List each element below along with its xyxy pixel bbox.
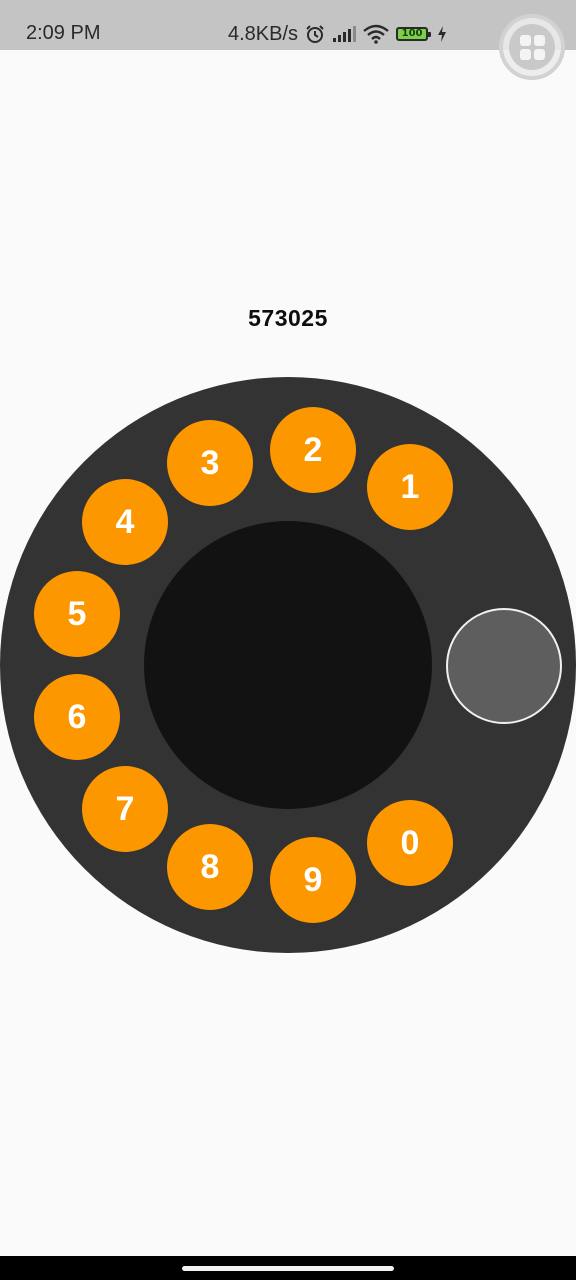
status-bar: 2:09 PM 4.8KB/s 100 — [0, 0, 576, 50]
charging-icon — [437, 26, 447, 42]
dial-digit-5[interactable]: 5 — [34, 571, 120, 657]
dialed-number: 573025 — [248, 305, 328, 331]
dial-digit-8[interactable]: 8 — [167, 824, 253, 910]
dial-digit-1[interactable]: 1 — [367, 444, 453, 530]
floating-menu-button[interactable] — [499, 14, 565, 80]
alarm-icon — [305, 24, 325, 44]
dial-digit-6[interactable]: 6 — [34, 674, 120, 760]
dial-digit-9[interactable]: 9 — [270, 837, 356, 923]
wifi-icon — [363, 24, 389, 44]
home-gesture-bar[interactable] — [182, 1266, 394, 1271]
signal-icon — [332, 25, 357, 43]
dial-digit-7[interactable]: 7 — [82, 766, 168, 852]
dial-digit-4[interactable]: 4 — [82, 479, 168, 565]
status-icons: 4.8KB/s 100 — [228, 21, 447, 47]
network-speed: 4.8KB/s — [228, 22, 299, 45]
grid-icon — [509, 24, 555, 70]
dial-digit-0[interactable]: 0 — [367, 800, 453, 886]
navigation-bar — [0, 1256, 576, 1280]
dial-center — [144, 521, 432, 809]
battery-icon: 100 — [396, 27, 432, 41]
dial-digit-2[interactable]: 2 — [270, 407, 356, 493]
finger-stop — [446, 608, 562, 724]
dial-digit-3[interactable]: 3 — [167, 420, 253, 506]
status-time: 2:09 PM — [26, 22, 101, 44]
rotary-dial[interactable]: 1 2 3 4 5 6 7 8 9 0 — [0, 377, 576, 953]
